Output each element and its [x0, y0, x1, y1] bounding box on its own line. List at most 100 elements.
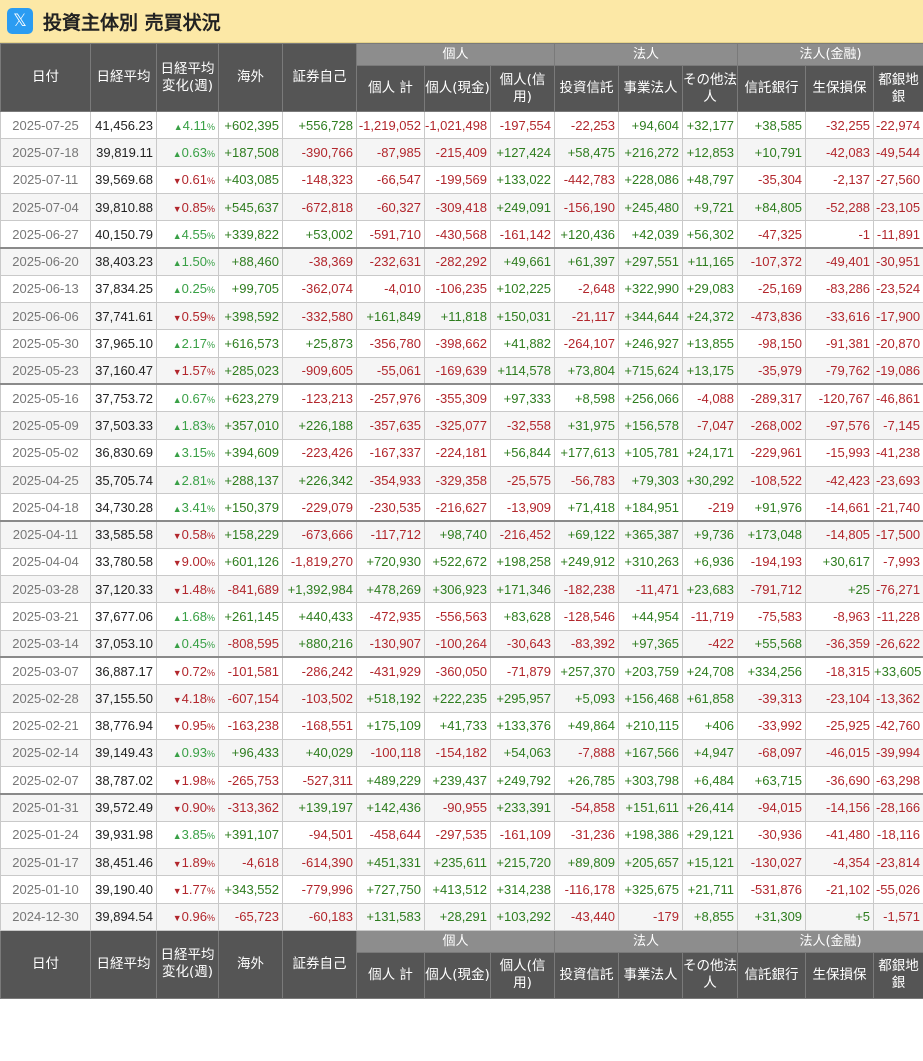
table-row[interactable]: 2025-05-16 37,753.72 ▲0.67% +623,279 -123,21…	[0, 383, 923, 413]
indiv-total-cell: -117,712	[356, 519, 425, 549]
trust-bank-cell: -194,193	[737, 547, 807, 577]
nikkei-cell: 37,677.06	[90, 602, 157, 631]
regional-bank-cell: -18,116	[873, 820, 923, 850]
title-bar: 𝕏 投資主体別 売買状況	[0, 0, 923, 43]
foreign-cell: -265,753	[218, 766, 283, 795]
indiv-total-cell: -472,935	[356, 602, 425, 631]
table-row[interactable]: 2025-07-11 39,569.68 ▼0.61% +403,085 -148,32…	[0, 165, 923, 194]
table-row[interactable]: 2025-01-17 38,451.46 ▼1.89% -4,618 -614,390 +…	[0, 848, 923, 877]
other-corp-cell: +56,302	[682, 220, 739, 249]
footer-header-group-individual: 個人	[355, 929, 556, 953]
other-corp-cell: -11,719	[682, 602, 739, 631]
table-row[interactable]: 2025-05-30 37,965.10 ▲2.17% +616,573 +25,873…	[0, 329, 923, 358]
trust-cell: -182,238	[554, 575, 620, 604]
nikkei-cell: 36,830.69	[90, 438, 157, 467]
table-row[interactable]: 2025-07-18 39,819.11 ▲0.63% +187,508 -390,76…	[0, 138, 923, 167]
foreign-cell: +394,609	[218, 438, 283, 467]
business-cell: +365,387	[618, 519, 684, 549]
up-arrow-icon: ▲	[172, 258, 182, 269]
proprietary-cell: +25,873	[282, 329, 357, 358]
proprietary-cell: -332,580	[282, 302, 357, 331]
table-row[interactable]: 2025-03-28 37,120.33 ▼1.48% -841,689 +1,392,…	[0, 575, 923, 604]
down-arrow-icon: ▼	[172, 367, 182, 378]
indiv-total-cell: -357,635	[356, 411, 425, 440]
table-row[interactable]: 2025-05-23 37,160.47 ▼1.57% +285,023 -909,60…	[0, 356, 923, 385]
indiv-cash-cell: -106,235	[424, 274, 491, 304]
percent-sign: %	[206, 612, 215, 623]
table-row[interactable]: 2025-05-02 36,830.69 ▲3.15% +394,609 -223,42…	[0, 438, 923, 467]
nikkei-cell: 39,569.68	[90, 165, 157, 194]
x-logo-icon[interactable]: 𝕏	[7, 8, 33, 34]
nikkei-cell: 41,456.23	[90, 110, 157, 140]
life-ins-cell: -14,156	[805, 792, 875, 822]
table-row[interactable]: 2025-01-31 39,572.49 ▼0.90% -313,362 +139,19…	[0, 792, 923, 822]
table-row[interactable]: 2025-07-04 39,810.88 ▼0.85% +545,637 -672,81…	[0, 192, 923, 222]
trust-bank-cell: +334,256	[737, 656, 807, 686]
change-value: 2.17	[181, 336, 207, 352]
foreign-cell: +403,085	[218, 165, 283, 194]
footer-header-col-nikkei-change: 日経平均変化(週)	[156, 929, 219, 999]
percent-sign: %	[206, 312, 215, 323]
table-row[interactable]: 2025-06-06 37,741.61 ▼0.59% +398,592 -332,58…	[0, 302, 923, 331]
indiv-margin-cell: +171,346	[489, 575, 556, 604]
indiv-cash-cell: -1,021,498	[424, 110, 491, 140]
foreign-cell: +391,107	[218, 820, 283, 850]
trust-bank-cell: -68,097	[737, 738, 807, 768]
down-arrow-icon: ▼	[172, 804, 182, 815]
investor-trading-table: 日付 日経平均 日経平均変化(週) 海外 証券自己 個人 法人 法人(金融) 個人 計個人(現金…	[0, 43, 923, 999]
table-row[interactable]: 2025-04-18 34,730.28 ▲3.41% +150,379 -229,07…	[0, 493, 923, 522]
regional-bank-cell: -7,993	[873, 547, 923, 577]
table-row[interactable]: 2025-07-25 41,456.23 ▲4.11% +602,395 +556,72…	[0, 110, 923, 140]
table-row[interactable]: 2025-03-07 36,887.17 ▼0.72% -101,581 -286,24…	[0, 656, 923, 686]
table-row[interactable]: 2025-02-14 39,149.43 ▲0.93% +96,433 +40,029-…	[0, 738, 923, 768]
trust-cell: +249,912	[554, 547, 620, 577]
table-row[interactable]: 2025-06-13 37,834.25 ▲0.25% +99,705 -362,074…	[0, 274, 923, 304]
indiv-cash-cell: -224,181	[424, 438, 491, 467]
table-row[interactable]: 2025-04-25 35,705.74 ▲2.81% +288,137 +226,34…	[0, 465, 923, 495]
up-arrow-icon: ▲	[172, 285, 182, 296]
trust-cell: -56,783	[554, 465, 620, 495]
table-row[interactable]: 2025-04-11 33,585.58 ▼0.58% +158,229 -673,66…	[0, 519, 923, 549]
table-row[interactable]: 2025-02-21 38,776.94 ▼0.95% -163,238 -168,55…	[0, 711, 923, 740]
nikkei-cell: 37,965.10	[90, 329, 157, 358]
indiv-cash-cell: -355,309	[424, 383, 491, 413]
table-row[interactable]: 2024-12-30 39,894.54 ▼0.96% -65,723 -60,183 +…	[0, 902, 923, 931]
footer-header-col-proprietary: 証券自己	[282, 929, 357, 999]
table-row[interactable]: 2025-03-14 37,053.10 ▲0.45% -808,595 +880,21…	[0, 629, 923, 658]
nikkei-change-cell: ▼4.18%	[156, 684, 219, 713]
table-row[interactable]: 2025-01-24 39,931.98 ▲3.85% +391,107 -94,501…	[0, 820, 923, 850]
date-cell: 2025-05-09	[0, 411, 91, 440]
date-cell: 2025-04-11	[0, 519, 91, 549]
indiv-margin-cell: -161,142	[489, 220, 556, 249]
life-ins-cell: -4,354	[805, 848, 875, 877]
table-row[interactable]: 2025-05-09 37,503.33 ▲1.83% +357,010 +226,18…	[0, 411, 923, 440]
table-row[interactable]: 2025-06-20 38,403.23 ▲1.50% +88,460 -38,369-…	[0, 246, 923, 276]
regional-bank-cell: -23,814	[873, 848, 923, 877]
regional-bank-cell: -39,994	[873, 738, 923, 768]
nikkei-change-cell: ▼9.00%	[156, 547, 219, 577]
table-row[interactable]: 2025-06-27 40,150.79 ▲4.55% +339,822 +53,002…	[0, 220, 923, 249]
up-arrow-icon: ▲	[172, 340, 182, 351]
trust-cell: -264,107	[554, 329, 620, 358]
table-row[interactable]: 2025-02-28 37,155.50 ▼4.18% -607,154 -103,50…	[0, 684, 923, 713]
percent-sign: %	[206, 858, 215, 869]
table-row[interactable]: 2025-03-21 37,677.06 ▲1.68% +261,145 +440,43…	[0, 602, 923, 631]
change-value: 0.59	[181, 308, 207, 324]
other-corp-cell: -422	[682, 629, 739, 658]
trust-bank-cell: -30,936	[737, 820, 807, 850]
table-row[interactable]: 2025-04-04 33,780.58 ▼9.00% +601,126 -1,819,…	[0, 547, 923, 577]
nikkei-cell: 39,572.49	[90, 792, 157, 822]
table-row[interactable]: 2025-02-07 38,787.02 ▼1.98% -265,753 -527,31…	[0, 766, 923, 795]
table-row[interactable]: 2025-01-10 39,190.40 ▼1.77% +343,552 -779,99…	[0, 875, 923, 904]
regional-bank-cell: -13,362	[873, 684, 923, 713]
header-col-regional-bank: 都銀地銀	[873, 65, 923, 112]
proprietary-cell: +53,002	[282, 220, 357, 249]
trust-bank-cell: -473,836	[737, 302, 807, 331]
trust-bank-cell: -229,961	[737, 438, 807, 467]
date-cell: 2025-07-04	[0, 192, 91, 222]
foreign-cell: -101,581	[218, 656, 283, 686]
regional-bank-cell: -55,026	[873, 875, 923, 904]
proprietary-cell: +440,433	[282, 602, 357, 631]
business-cell: +303,798	[618, 766, 684, 795]
date-cell: 2025-01-17	[0, 848, 91, 877]
